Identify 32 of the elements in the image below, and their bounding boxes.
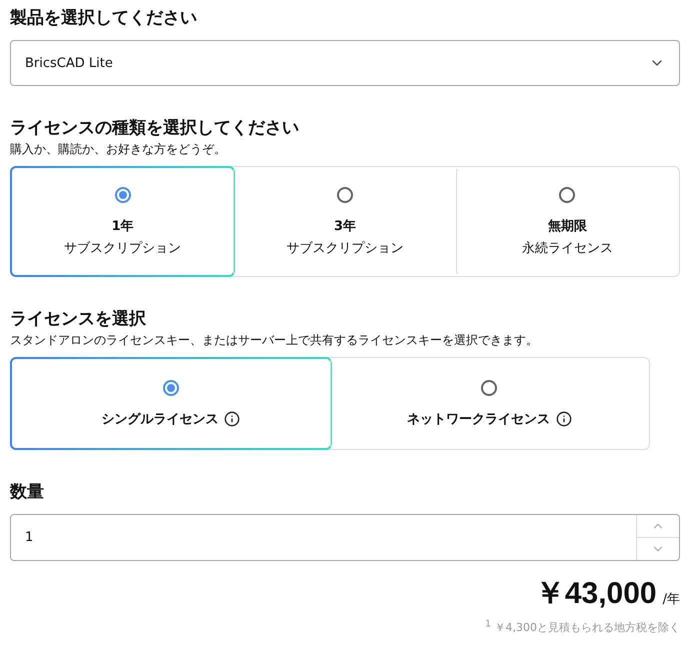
option-title: シングルライセンス <box>101 410 218 428</box>
option-title: 3年 <box>334 218 356 234</box>
option-subtitle: サブスクリプション <box>64 240 182 256</box>
section-heading: 製品を選択してください <box>10 7 198 30</box>
radio-button[interactable] <box>336 186 353 202</box>
section-heading: 数量 <box>10 481 45 504</box>
price-footnote: $^{1}$ ￥4,300と見積もられる地方税を除く <box>485 620 680 634</box>
product-select[interactable]: BricsCAD Lite <box>10 40 680 86</box>
radio-button[interactable] <box>481 380 498 396</box>
info-icon[interactable] <box>224 410 240 426</box>
section-subtitle: 購入か、購読か、お好きな方をどうぞ。 <box>10 141 227 158</box>
option-subtitle: 永続ライセンス <box>522 240 613 256</box>
section-heading: ライセンスの種類を選択してください <box>10 117 300 140</box>
select-value: BricsCAD Lite <box>25 56 113 70</box>
radio-button[interactable] <box>114 186 131 202</box>
radio-button[interactable] <box>162 380 179 396</box>
price-unit: /年 <box>662 591 680 608</box>
option-title: 1年 <box>112 218 134 234</box>
quantity-value: 1 <box>24 529 34 547</box>
price-amount: ￥43,000 <box>534 576 657 612</box>
license-type-option[interactable]: 無期限 永続ライセンス <box>456 166 680 277</box>
option-title: ネットワークライセンス <box>406 410 550 428</box>
section-subtitle: スタンドアロンのライセンスキー、またはサーバー上で共有するライセンスキーを選択できます。 <box>10 332 539 349</box>
license-type-option[interactable]: 3年 サブスクリプション <box>233 166 458 277</box>
option-title: 無期限 <box>548 218 587 234</box>
info-icon[interactable] <box>556 410 572 426</box>
license-option[interactable]: ネットワークライセンス <box>330 357 650 450</box>
radio-button[interactable] <box>559 186 576 202</box>
license-type-option[interactable]: 1年 サブスクリプション <box>10 166 236 277</box>
option-subtitle: サブスクリプション <box>286 240 404 256</box>
license-option[interactable]: シングルライセンス <box>10 357 332 450</box>
section-heading: ライセンスを選択 <box>10 308 147 331</box>
